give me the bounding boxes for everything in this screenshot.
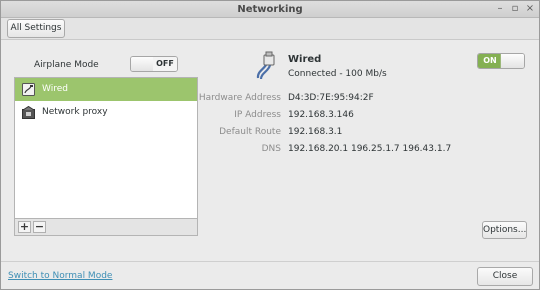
- ip-address-label: IP Address: [234, 110, 281, 120]
- remove-device-button[interactable]: −: [33, 221, 46, 233]
- networking-window: Networking – ▫ × All Settings Airplane M…: [0, 0, 540, 290]
- default-route-value: 192.168.3.1: [288, 127, 343, 137]
- dns-value: 192.168.20.1 196.25.1.7 196.43.1.7: [288, 144, 452, 154]
- add-device-button[interactable]: +: [18, 221, 31, 233]
- all-settings-button[interactable]: All Settings: [7, 19, 65, 38]
- footer-divider: [1, 261, 539, 262]
- switch-knob: [131, 57, 155, 71]
- window-title: Networking: [237, 4, 303, 15]
- ip-address-value: 192.168.3.146: [288, 110, 354, 120]
- airplane-mode-label: Airplane Mode: [34, 60, 99, 70]
- hardware-address-label: Hardware Address: [198, 93, 281, 103]
- minimize-icon[interactable]: –: [494, 3, 506, 15]
- ethernet-cable-icon: [256, 51, 275, 80]
- device-list-toolbar: + −: [14, 219, 198, 236]
- toolbar: All Settings: [1, 18, 539, 40]
- close-button[interactable]: Close: [477, 267, 533, 286]
- wired-switch[interactable]: ON: [477, 53, 525, 69]
- default-route-label: Default Route: [219, 127, 281, 137]
- close-window-icon[interactable]: ×: [524, 3, 536, 15]
- list-item-wired[interactable]: Wired: [15, 78, 197, 101]
- device-title: Wired: [288, 54, 322, 65]
- switch-knob: [500, 54, 524, 68]
- list-item-network-proxy[interactable]: Network proxy: [15, 101, 197, 124]
- list-item-label: Wired: [42, 84, 68, 94]
- options-button[interactable]: Options...: [482, 221, 527, 239]
- hardware-address-value: D4:3D:7E:95:94:2F: [288, 93, 374, 103]
- wired-switch-state: ON: [478, 54, 502, 68]
- maximize-icon[interactable]: ▫: [509, 3, 521, 15]
- device-status: Connected - 100 Mb/s: [288, 69, 387, 79]
- airplane-mode-switch[interactable]: OFF: [130, 56, 178, 72]
- wired-icon: [22, 83, 35, 96]
- list-item-label: Network proxy: [42, 107, 108, 117]
- switch-mode-link[interactable]: Switch to Normal Mode: [8, 271, 112, 281]
- device-list: Wired Network proxy: [14, 77, 198, 219]
- proxy-icon: [22, 106, 35, 119]
- title-bar: Networking – ▫ ×: [1, 1, 539, 18]
- airplane-switch-state: OFF: [153, 57, 177, 71]
- dns-label: DNS: [261, 144, 281, 154]
